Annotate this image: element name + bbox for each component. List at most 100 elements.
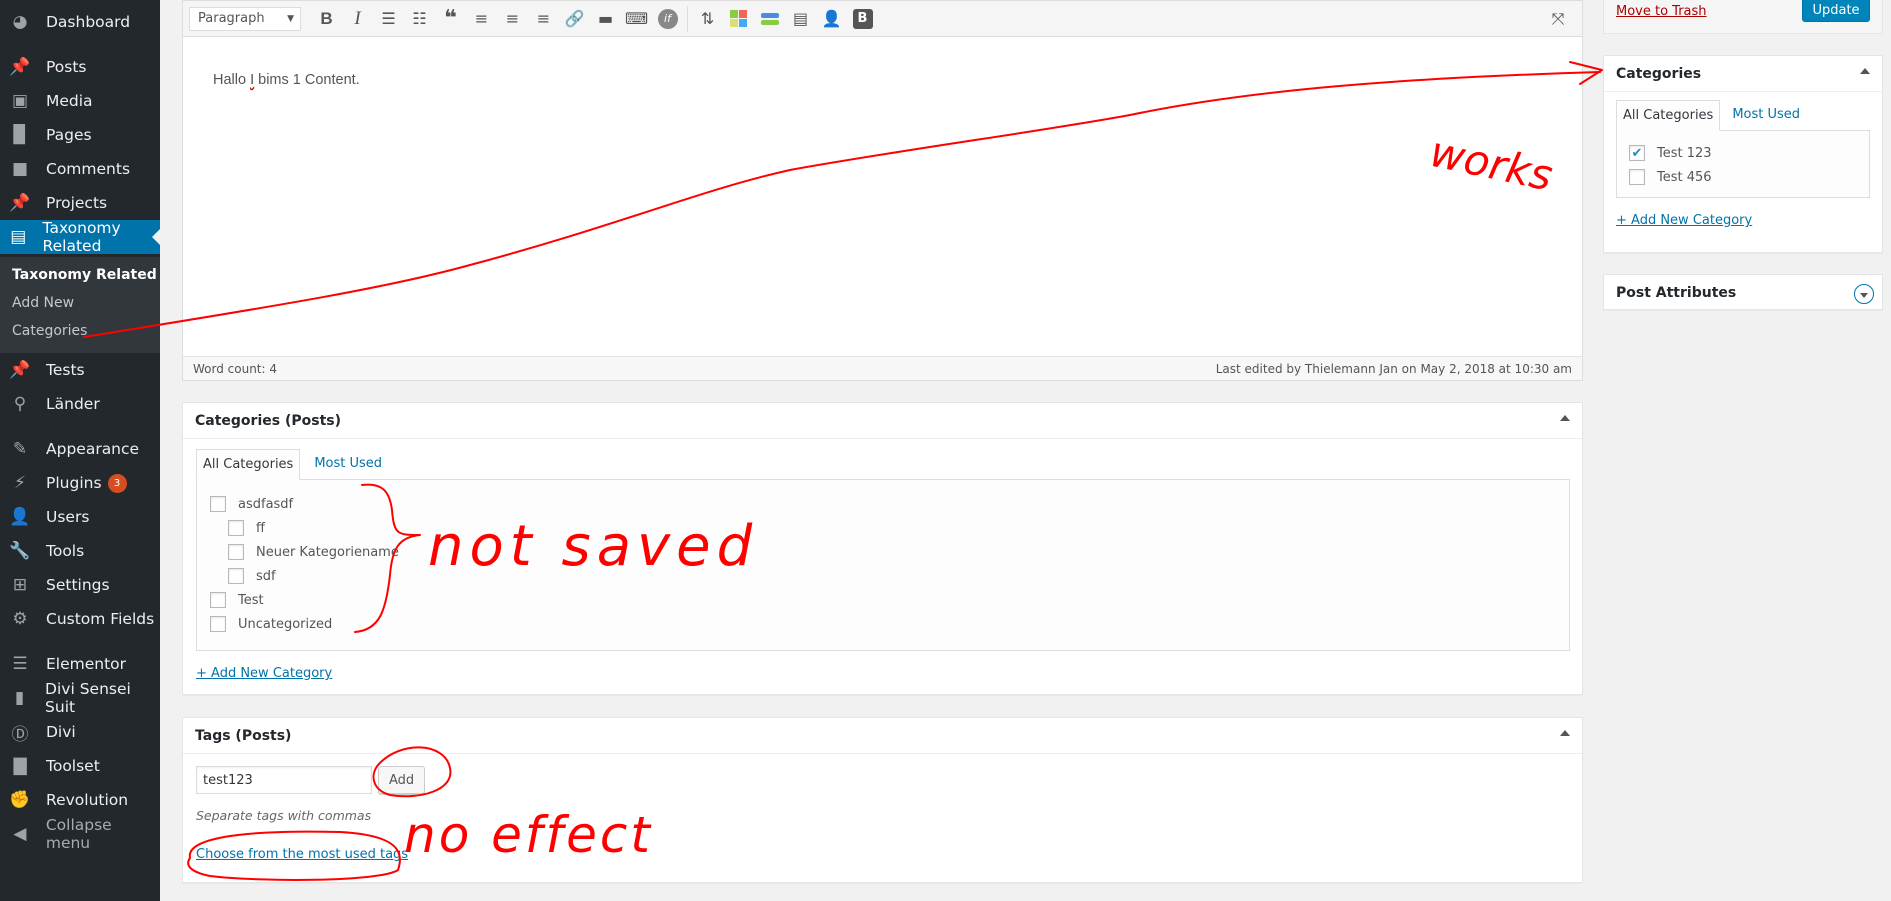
elementor-icon: ☰ bbox=[12, 654, 28, 674]
italic-button[interactable]: I bbox=[342, 5, 373, 33]
expand-toggle-icon[interactable] bbox=[1854, 284, 1874, 304]
fist-icon: ✊ bbox=[9, 790, 31, 810]
tab-most-used[interactable]: Most Used bbox=[308, 449, 388, 480]
checkbox[interactable] bbox=[210, 592, 226, 608]
category-item[interactable]: ✔ Test 123 bbox=[1629, 141, 1857, 165]
stacked-bars-icon bbox=[760, 12, 779, 25]
word-count: Word count: 4 bbox=[193, 361, 278, 376]
fullscreen-button[interactable]: ⤧ bbox=[1544, 5, 1572, 33]
category-item[interactable]: sdf bbox=[228, 564, 1556, 588]
shortcode-button[interactable]: if bbox=[652, 5, 683, 33]
align-right-button[interactable]: ≡ bbox=[528, 5, 559, 33]
align-left-button[interactable]: ≡ bbox=[466, 5, 497, 33]
add-new-category-link[interactable]: + Add New Category bbox=[196, 666, 332, 681]
add-tag-button[interactable]: Add bbox=[378, 766, 426, 794]
link-button[interactable]: 🔗 bbox=[559, 5, 590, 33]
menu-dashboard[interactable]: ◕ Dashboard bbox=[0, 5, 160, 39]
menu-comments[interactable]: ■ Comments bbox=[0, 152, 160, 186]
content-editor[interactable]: Hallo I bims 1 Content. bbox=[183, 38, 1582, 358]
tags-posts-header[interactable]: Tags (Posts) bbox=[183, 718, 1582, 754]
bullet-list-button[interactable]: ☰ bbox=[373, 5, 404, 33]
checkbox[interactable] bbox=[210, 496, 226, 512]
update-button[interactable]: Update bbox=[1802, 0, 1870, 22]
category-item[interactable]: Test 456 bbox=[1629, 165, 1857, 189]
categories-posts-header[interactable]: Categories (Posts) bbox=[183, 403, 1582, 439]
bullet-list-icon: ☰ bbox=[381, 9, 396, 28]
text-block-icon: ▤ bbox=[792, 9, 809, 28]
menu-plugins[interactable]: ⚡ Plugins 3 bbox=[0, 466, 160, 500]
post-attributes-header[interactable]: Post Attributes bbox=[1604, 275, 1882, 311]
category-item[interactable]: ff bbox=[228, 516, 1556, 540]
user-blue-icon: 👤 bbox=[821, 9, 842, 28]
tab-all-categories[interactable]: All Categories bbox=[1616, 100, 1721, 131]
tab-most-used[interactable]: Most Used bbox=[1726, 100, 1806, 131]
numbered-list-button[interactable]: ☷ bbox=[404, 5, 435, 33]
menu-revolution[interactable]: ✊ Revolution bbox=[0, 783, 160, 817]
category-item[interactable]: Uncategorized bbox=[210, 612, 1556, 636]
collapse-menu-button[interactable]: ◀ Collapse menu bbox=[0, 816, 160, 852]
align-center-button[interactable]: ≡ bbox=[497, 5, 528, 33]
post-editor: Paragraph ▼ B I ☰ ☷ ❝ ≡ ≡ ≡ 🔗 ▬ ⌨ if ⇅ ▤ … bbox=[182, 0, 1583, 381]
read-more-button[interactable]: ▬ bbox=[590, 5, 621, 33]
menu-tests[interactable]: 📌 Tests bbox=[0, 353, 160, 387]
checkbox[interactable] bbox=[228, 544, 244, 560]
checkbox[interactable] bbox=[1629, 169, 1645, 185]
format-select[interactable]: Paragraph ▼ bbox=[189, 6, 301, 31]
settings-icon: ⊞ bbox=[12, 575, 28, 595]
text-block-button[interactable]: ▤ bbox=[785, 5, 816, 33]
collapse-toggle-icon[interactable] bbox=[1860, 68, 1870, 74]
checkbox[interactable] bbox=[210, 616, 226, 632]
move-to-trash-link[interactable]: Move to Trash bbox=[1616, 4, 1707, 19]
category-item[interactable]: asdfasdf bbox=[210, 492, 1556, 516]
bootstrap-button[interactable]: B bbox=[847, 5, 878, 33]
media-icon: ▣ bbox=[11, 91, 29, 111]
menu-projects[interactable]: 📌 Projects bbox=[0, 186, 160, 220]
divider-button[interactable] bbox=[754, 5, 785, 33]
toolbar-separator bbox=[687, 5, 688, 32]
colorful-grid-icon bbox=[730, 10, 747, 27]
tab-all-categories[interactable]: All Categories bbox=[196, 449, 301, 480]
checkbox[interactable] bbox=[228, 568, 244, 584]
menu-custom-fields[interactable]: ⚙ Custom Fields bbox=[0, 602, 160, 636]
layout-grid-button[interactable] bbox=[723, 5, 754, 33]
toolbar-toggle-button[interactable]: ⌨ bbox=[621, 5, 652, 33]
menu-elementor[interactable]: ☰ Elementor bbox=[0, 647, 160, 681]
checkbox[interactable] bbox=[228, 520, 244, 536]
menu-users[interactable]: 👤 Users bbox=[0, 500, 160, 534]
bold-button[interactable]: B bbox=[311, 5, 342, 33]
menu-toolset[interactable]: ▇ Toolset bbox=[0, 749, 160, 783]
submenu-categories[interactable]: Categories bbox=[12, 323, 87, 339]
collapse-toggle-icon[interactable] bbox=[1560, 415, 1570, 421]
divi-icon: Ⓓ bbox=[11, 724, 29, 745]
checkbox-checked[interactable]: ✔ bbox=[1629, 145, 1645, 161]
menu-divi[interactable]: Ⓓ Divi bbox=[0, 715, 160, 749]
categories-side-header[interactable]: Categories bbox=[1604, 56, 1882, 92]
user-button[interactable]: 👤 bbox=[816, 5, 847, 33]
add-new-category-link[interactable]: + Add New Category bbox=[1616, 213, 1752, 228]
if-icon: if bbox=[657, 8, 678, 29]
menu-tools[interactable]: 🔧 Tools bbox=[0, 534, 160, 568]
menu-divi-sensei-suit[interactable]: ▮ Divi Sensei Suit bbox=[0, 680, 160, 716]
side-category-checklist: ✔ Test 123 Test 456 bbox=[1616, 130, 1870, 198]
side-category-tabs: All Categories Most Used bbox=[1616, 100, 1870, 131]
submenu-add-new[interactable]: Add New bbox=[12, 295, 74, 311]
menu-laender[interactable]: ⚲ Länder bbox=[0, 387, 160, 421]
menu-media[interactable]: ▣ Media bbox=[0, 84, 160, 118]
menu-posts[interactable]: 📌 Posts bbox=[0, 50, 160, 84]
keyboard-icon: ⌨ bbox=[624, 9, 649, 28]
most-used-tags-link[interactable]: Choose from the most used tags bbox=[196, 847, 408, 862]
menu-pages[interactable]: ▉ Pages bbox=[0, 118, 160, 152]
sort-button[interactable]: ⇅ bbox=[692, 5, 723, 33]
category-item[interactable]: Test bbox=[210, 588, 1556, 612]
menu-taxonomy-related[interactable]: ▤ Taxonomy Related bbox=[0, 219, 160, 255]
submenu-taxonomy-related[interactable]: Taxonomy Related bbox=[12, 267, 157, 283]
blockquote-button[interactable]: ❝ bbox=[435, 5, 466, 33]
new-tag-input[interactable] bbox=[196, 766, 372, 794]
menu-appearance[interactable]: ✎ Appearance bbox=[0, 432, 160, 466]
menu-settings[interactable]: ⊞ Settings bbox=[0, 568, 160, 602]
collapse-toggle-icon[interactable] bbox=[1560, 730, 1570, 736]
read-more-icon: ▬ bbox=[597, 9, 614, 28]
categories-side-box: Categories All Categories Most Used ✔ Tes… bbox=[1603, 55, 1883, 253]
last-edited: Last edited by Thielemann Jan on May 2, … bbox=[1215, 361, 1572, 376]
category-item[interactable]: Neuer Kategoriename bbox=[228, 540, 1556, 564]
